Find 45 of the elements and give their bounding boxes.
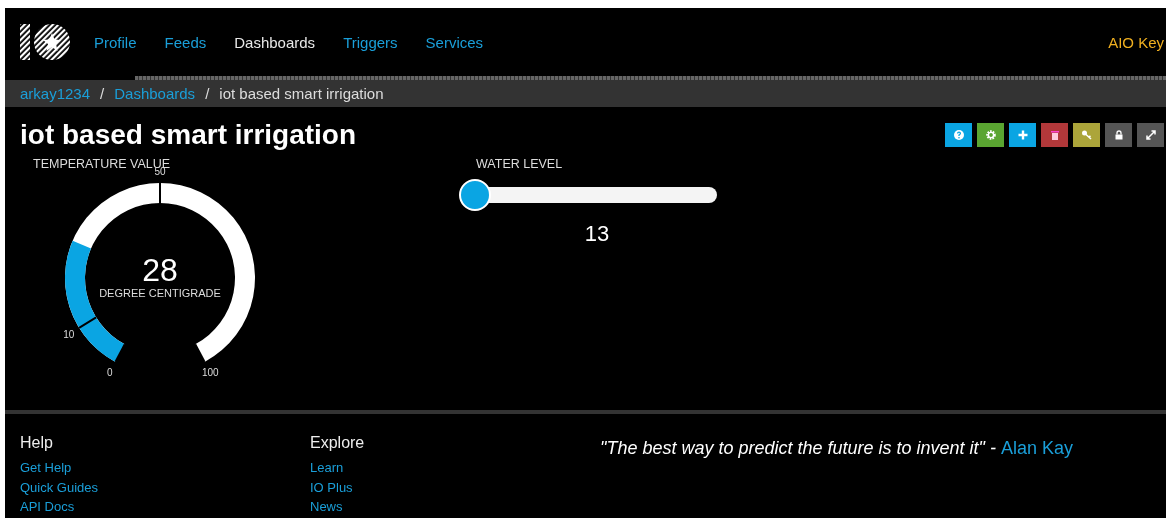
gauge-tick — [78, 316, 98, 329]
footer-link[interactable]: Get Help — [20, 458, 72, 478]
footer-heading: Explore — [310, 434, 365, 452]
logo-icon[interactable] — [20, 22, 72, 62]
nav-link[interactable]: Feeds — [164, 33, 207, 51]
footer-link[interactable]: Learn — [310, 458, 344, 478]
author-link[interactable]: Alan Kay — [1000, 438, 1073, 458]
breadcrumb-link[interactable]: arkay1234 — [20, 85, 91, 102]
footer-quote: "The best way to predict the future is to invent it" - Alan Kay — [600, 437, 1074, 460]
nav-link[interactable]: Profile — [94, 33, 137, 51]
footer-link[interactable]: API Docs — [20, 497, 75, 517]
breadcrumb-link[interactable]: Dashboards — [114, 85, 196, 102]
trash-icon — [1048, 129, 1061, 141]
gauge-value: 28 — [141, 253, 179, 287]
gauge-tick-label: 0 — [107, 367, 113, 379]
toolbar-button[interactable] — [1137, 123, 1164, 147]
dashboard-title: iot based smart irrigation — [20, 119, 357, 151]
slider-thumb[interactable] — [459, 179, 491, 211]
plus-icon — [1016, 129, 1029, 141]
key-icon — [1080, 129, 1093, 141]
toolbar-button[interactable] — [977, 123, 1004, 147]
expand-icon — [1144, 129, 1157, 141]
breadcrumb-current: iot based smart irrigation — [219, 85, 384, 102]
footer-link[interactable]: Quick Guides — [20, 477, 99, 497]
aio-key-link[interactable]: AIO Key — [1108, 33, 1164, 51]
help-icon — [952, 129, 965, 141]
footer-heading: Help — [20, 434, 53, 452]
gauge-tick-label: 100 — [201, 367, 219, 379]
nav-link[interactable]: Services — [425, 33, 484, 51]
gauge-tick — [114, 343, 126, 363]
gear-icon — [984, 129, 997, 141]
gauge-tick-label: 10 — [63, 329, 75, 341]
breadcrumb-separator: / — [100, 85, 105, 102]
nav-link[interactable]: Triggers — [343, 33, 398, 51]
toolbar-button[interactable] — [1041, 123, 1068, 147]
footer-link[interactable]: News — [310, 497, 343, 517]
gauge-tick — [194, 343, 206, 363]
gauge-tick — [159, 182, 161, 204]
toolbar-button[interactable] — [1105, 123, 1132, 147]
slider-value: 13 — [583, 221, 611, 247]
gauge-unit: DEGREE CENTIGRADE — [98, 287, 222, 299]
breadcrumb-separator: / — [205, 85, 210, 102]
nav-link[interactable]: Dashboards — [234, 33, 316, 51]
slider-title: WATER LEVEL — [476, 157, 564, 171]
footer-link[interactable]: IO Plus — [310, 477, 353, 497]
